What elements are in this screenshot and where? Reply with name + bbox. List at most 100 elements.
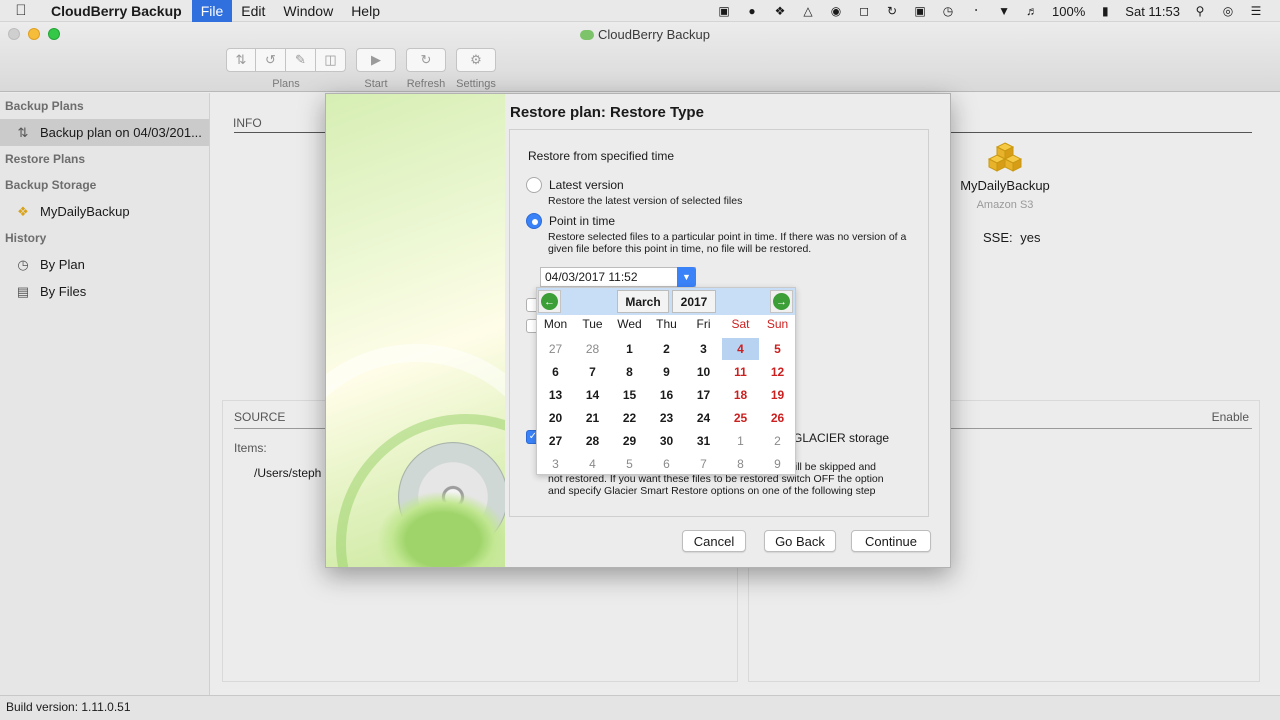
- cancel-button[interactable]: Cancel: [682, 530, 746, 552]
- calendar-day[interactable]: 14: [574, 384, 611, 406]
- destination-card[interactable]: MyDailyBackup Amazon S3: [950, 142, 1060, 211]
- dropbox-icon[interactable]: ❖: [772, 4, 788, 18]
- calendar-day[interactable]: 3: [537, 453, 574, 475]
- sidebar-item-label: MyDailyBackup: [40, 204, 130, 219]
- sidebar-item-storage[interactable]: ❖ MyDailyBackup: [0, 198, 209, 225]
- calendar-day[interactable]: 22: [611, 407, 648, 429]
- calendar-day[interactable]: 25: [722, 407, 759, 429]
- calendar-day[interactable]: 9: [759, 453, 796, 475]
- calendar-day[interactable]: 19: [759, 384, 796, 406]
- battery-icon[interactable]: ▮: [1097, 4, 1113, 18]
- calendar-day[interactable]: 26: [759, 407, 796, 429]
- year-select[interactable]: 2017: [672, 290, 716, 313]
- menu-help[interactable]: Help: [342, 0, 389, 22]
- point-in-time-radio[interactable]: [526, 213, 542, 229]
- calendar-day[interactable]: 8: [722, 453, 759, 475]
- notification-icon[interactable]: ●: [744, 4, 760, 18]
- calendar-day[interactable]: 7: [574, 361, 611, 383]
- calendar-day[interactable]: 5: [611, 453, 648, 475]
- calendar-day[interactable]: 17: [685, 384, 722, 406]
- menu-window[interactable]: Window: [274, 0, 342, 22]
- calendar-day[interactable]: 3: [685, 338, 722, 360]
- calendar-day[interactable]: 20: [537, 407, 574, 429]
- screen-record-icon[interactable]: ▣: [716, 4, 732, 18]
- sidebar-item-backup-plan[interactable]: ⇅ Backup plan on 04/03/201...: [0, 119, 209, 146]
- calendar-day[interactable]: 6: [648, 453, 685, 475]
- calendar-day[interactable]: 4: [574, 453, 611, 475]
- calendar-day[interactable]: 16: [648, 384, 685, 406]
- drive-icon[interactable]: △: [800, 4, 816, 18]
- calendar-day[interactable]: 6: [537, 361, 574, 383]
- calendar-day[interactable]: 13: [537, 384, 574, 406]
- wizard-illustration: [326, 94, 505, 567]
- calendar-day[interactable]: 21: [574, 407, 611, 429]
- calendar-day[interactable]: 23: [648, 407, 685, 429]
- refresh-button[interactable]: ↻: [406, 48, 446, 72]
- shield-icon[interactable]: ◻: [856, 4, 872, 18]
- arrow-left-icon[interactable]: ←: [541, 293, 558, 310]
- calendar-day[interactable]: 7: [685, 453, 722, 475]
- siri-icon[interactable]: ◎: [1220, 4, 1236, 18]
- calendar-day[interactable]: 31: [685, 430, 722, 452]
- sync-icon[interactable]: ↻: [884, 4, 900, 18]
- start-button[interactable]: ▶: [356, 48, 396, 72]
- cloud-sync-icon[interactable]: ◉: [828, 4, 844, 18]
- latest-version-radio[interactable]: [526, 177, 542, 193]
- settings-button[interactable]: ⚙: [456, 48, 496, 72]
- apple-icon[interactable]: : [0, 2, 42, 19]
- calendar-day[interactable]: 9: [648, 361, 685, 383]
- dialog-title: Restore plan: Restore Type: [510, 104, 704, 121]
- calendar-day[interactable]: 11: [722, 361, 759, 383]
- lock-icon[interactable]: ▣: [912, 4, 928, 18]
- volume-icon[interactable]: ♬: [1024, 4, 1040, 18]
- delete-plan-button[interactable]: ◫: [316, 48, 346, 72]
- calendar-day[interactable]: 2: [759, 430, 796, 452]
- calendar-day[interactable]: 15: [611, 384, 648, 406]
- calendar-day[interactable]: 18: [722, 384, 759, 406]
- point-in-time-option[interactable]: Point in time: [526, 213, 615, 229]
- status-bar: Build version: 1.11.0.51: [0, 695, 1280, 720]
- calendar-day[interactable]: 28: [574, 338, 611, 360]
- calendar-day[interactable]: 4: [722, 338, 759, 360]
- calendar-day[interactable]: 12: [759, 361, 796, 383]
- calendar-day[interactable]: 27: [537, 338, 574, 360]
- weekday-header: Sat: [731, 317, 750, 331]
- month-select[interactable]: March: [617, 290, 669, 313]
- calendar-day[interactable]: 8: [611, 361, 648, 383]
- sidebar-item-by-plan[interactable]: ◷ By Plan: [0, 251, 209, 278]
- new-backup-plan-button[interactable]: ⇅: [226, 48, 256, 72]
- calendar-day[interactable]: 1: [611, 338, 648, 360]
- edit-plan-button[interactable]: ✎: [286, 48, 316, 72]
- sidebar-item-by-files[interactable]: ▤ By Files: [0, 278, 209, 305]
- continue-button[interactable]: Continue: [851, 530, 931, 552]
- wifi-icon[interactable]: ▼: [996, 4, 1012, 18]
- datetime-input[interactable]: 04/03/2017 11:52: [540, 267, 696, 287]
- new-restore-plan-button[interactable]: ↺: [256, 48, 286, 72]
- calendar-day[interactable]: 27: [537, 430, 574, 452]
- clock[interactable]: Sat 11:53: [1125, 4, 1180, 19]
- datetime-dropdown-button[interactable]: ▼: [677, 267, 696, 287]
- calendar-day[interactable]: 2: [648, 338, 685, 360]
- notification-center-icon[interactable]: ☰: [1248, 4, 1264, 18]
- menu-file[interactable]: File: [191, 0, 233, 22]
- calendar-day[interactable]: 5: [759, 338, 796, 360]
- latest-version-option[interactable]: Latest version: [526, 177, 624, 193]
- time-machine-icon[interactable]: ◷: [940, 4, 956, 18]
- calendar-day[interactable]: 29: [611, 430, 648, 452]
- go-back-button[interactable]: Go Back: [764, 530, 836, 552]
- menu-app-name[interactable]: CloudBerry Backup: [42, 0, 192, 22]
- battery-percent[interactable]: 100%: [1052, 4, 1085, 19]
- enable-label[interactable]: Enable: [1212, 410, 1249, 424]
- calendar-day[interactable]: 10: [685, 361, 722, 383]
- calendar-day[interactable]: 1: [722, 430, 759, 452]
- s3-bucket-icon: [987, 142, 1023, 174]
- bluetooth-icon[interactable]: ᛫: [968, 4, 984, 18]
- calendar-day[interactable]: 30: [648, 430, 685, 452]
- calendar-day[interactable]: 28: [574, 430, 611, 452]
- arrow-right-icon[interactable]: →: [773, 293, 790, 310]
- calendar-day[interactable]: 24: [685, 407, 722, 429]
- spotlight-icon[interactable]: ⚲: [1192, 4, 1208, 18]
- calendar-popup: ← March 2017 → Mon Tue Wed Thu Fri Sat Sun 27 28…: [536, 287, 796, 475]
- menu-edit[interactable]: Edit: [232, 0, 274, 22]
- source-items-label: Items:: [234, 441, 267, 455]
